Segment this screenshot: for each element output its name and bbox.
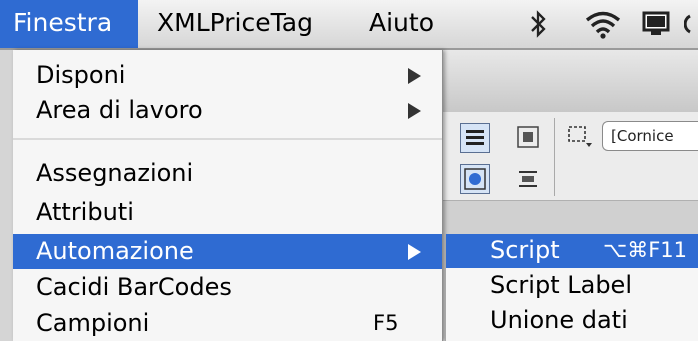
menu-aiuto[interactable]: Aiuto [369, 0, 434, 48]
menu-separator [13, 138, 442, 140]
display-icon[interactable] [641, 9, 671, 39]
wifi-icon[interactable] [583, 9, 623, 39]
frame-style-field[interactable]: [Cornice [602, 121, 698, 151]
submenu-item-unione-dati[interactable]: Unione dati [446, 304, 698, 338]
frame-inset-icon [517, 126, 539, 148]
align-bottom-button[interactable] [514, 164, 544, 194]
menu-item-attributi[interactable]: Attributi [13, 195, 442, 230]
submenu-item-label: Script [490, 236, 560, 264]
menu-item-campioni[interactable]: Campioni F5 [13, 306, 442, 341]
menu-item-label: Automazione [36, 237, 194, 265]
object-style-icon[interactable] [566, 124, 594, 150]
toolbar-divider [554, 118, 555, 196]
bluetooth-icon[interactable] [527, 9, 549, 39]
menu-item-label: Campioni [36, 309, 150, 337]
align-bottom-icon [519, 171, 537, 187]
menu-item-label: Attributi [36, 198, 134, 226]
menu-shortcut: ⌥⌘F11 [603, 238, 687, 262]
submenu-item-label: Unione dati [490, 306, 628, 334]
submenu-item-script[interactable]: Script ⌥⌘F11 [446, 234, 698, 268]
menu-item-assegnazioni[interactable]: Assegnazioni [13, 156, 442, 191]
window-titlebar [440, 50, 698, 113]
submenu-arrow-icon [408, 103, 421, 119]
menu-xmlpricetag[interactable]: XMLPriceTag [157, 0, 313, 48]
submenu-arrow-icon [408, 68, 421, 84]
menu-item-cacidi-barcodes[interactable]: Cacidi BarCodes [13, 270, 442, 305]
menu-shortcut: F5 [373, 311, 399, 335]
menu-item-label: Disponi [36, 61, 126, 89]
menu-item-disponi[interactable]: Disponi [13, 58, 442, 93]
clock-icon[interactable] [684, 9, 698, 39]
menu-item-label: Cacidi BarCodes [36, 273, 232, 301]
menu-bar: Finestra XMLPriceTag Aiuto [0, 0, 698, 50]
submenu-item-script-label[interactable]: Script Label [446, 269, 698, 303]
frame-inset-button[interactable] [514, 123, 544, 153]
menu-item-automazione[interactable]: Automazione [13, 234, 442, 269]
align-icon [466, 130, 484, 145]
submenu-item-label: Script Label [490, 271, 632, 299]
menu-item-label: Assegnazioni [36, 159, 194, 187]
menu-finestra[interactable]: Finestra [0, 0, 138, 48]
menu-item-label: Area di lavoro [36, 96, 203, 124]
automazione-submenu: Script ⌥⌘F11 Script Label Unione dati [445, 234, 698, 341]
align-left-button[interactable] [460, 123, 490, 153]
fill-frame-button[interactable] [460, 164, 490, 194]
finestra-menu: Disponi Area di lavoro Assegnazioni Attr… [13, 50, 443, 341]
fill-frame-icon [464, 168, 486, 190]
menu-item-area-di-lavoro[interactable]: Area di lavoro [13, 93, 442, 128]
submenu-arrow-icon [408, 244, 421, 260]
